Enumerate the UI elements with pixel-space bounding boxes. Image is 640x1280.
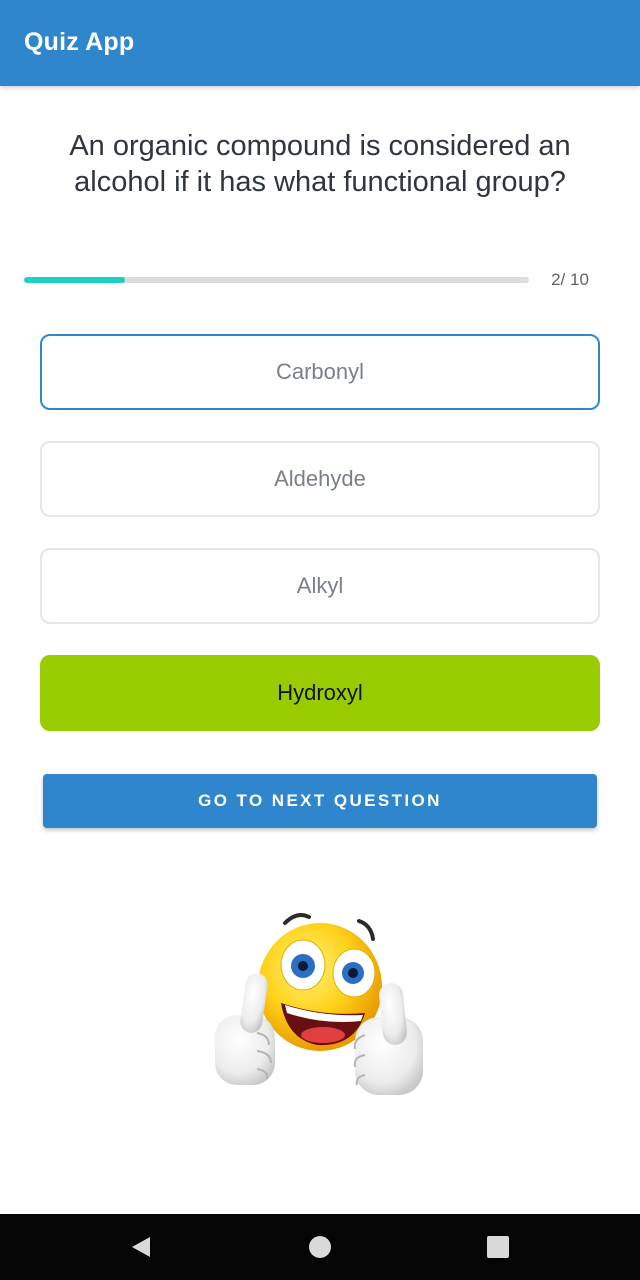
question-text: An organic compound is considered an alc… — [69, 130, 571, 198]
back-button[interactable] — [101, 1214, 181, 1280]
option-label: Carbonyl — [275, 359, 365, 384]
option-carbonyl[interactable]: Carbonyl — [40, 334, 600, 410]
thumbs-up-emoji-icon — [215, 913, 423, 1095]
next-question-button[interactable]: GO TO NEXT QUESTION — [43, 774, 597, 828]
home-button[interactable] — [280, 1214, 360, 1280]
option-label: Aldehyde — [274, 466, 366, 491]
home-icon — [309, 1236, 331, 1258]
progress-counter: 2/ 10 — [551, 270, 589, 289]
option-alkyl[interactable]: Alkyl — [40, 548, 600, 624]
option-label: Hydroxyl — [277, 680, 363, 705]
option-aldehyde[interactable]: Aldehyde — [40, 441, 600, 517]
option-label: Alkyl — [296, 573, 344, 598]
app-title: Quiz App — [24, 28, 135, 56]
back-icon — [132, 1237, 150, 1257]
app-bar: Quiz App — [0, 0, 640, 86]
progress-bar-fill — [24, 277, 125, 283]
progress-bar — [24, 277, 529, 283]
option-hydroxyl[interactable]: Hydroxyl — [40, 655, 600, 731]
system-nav-bar — [0, 1214, 640, 1280]
recent-apps-button[interactable] — [458, 1214, 538, 1280]
recent-apps-icon — [487, 1236, 509, 1258]
